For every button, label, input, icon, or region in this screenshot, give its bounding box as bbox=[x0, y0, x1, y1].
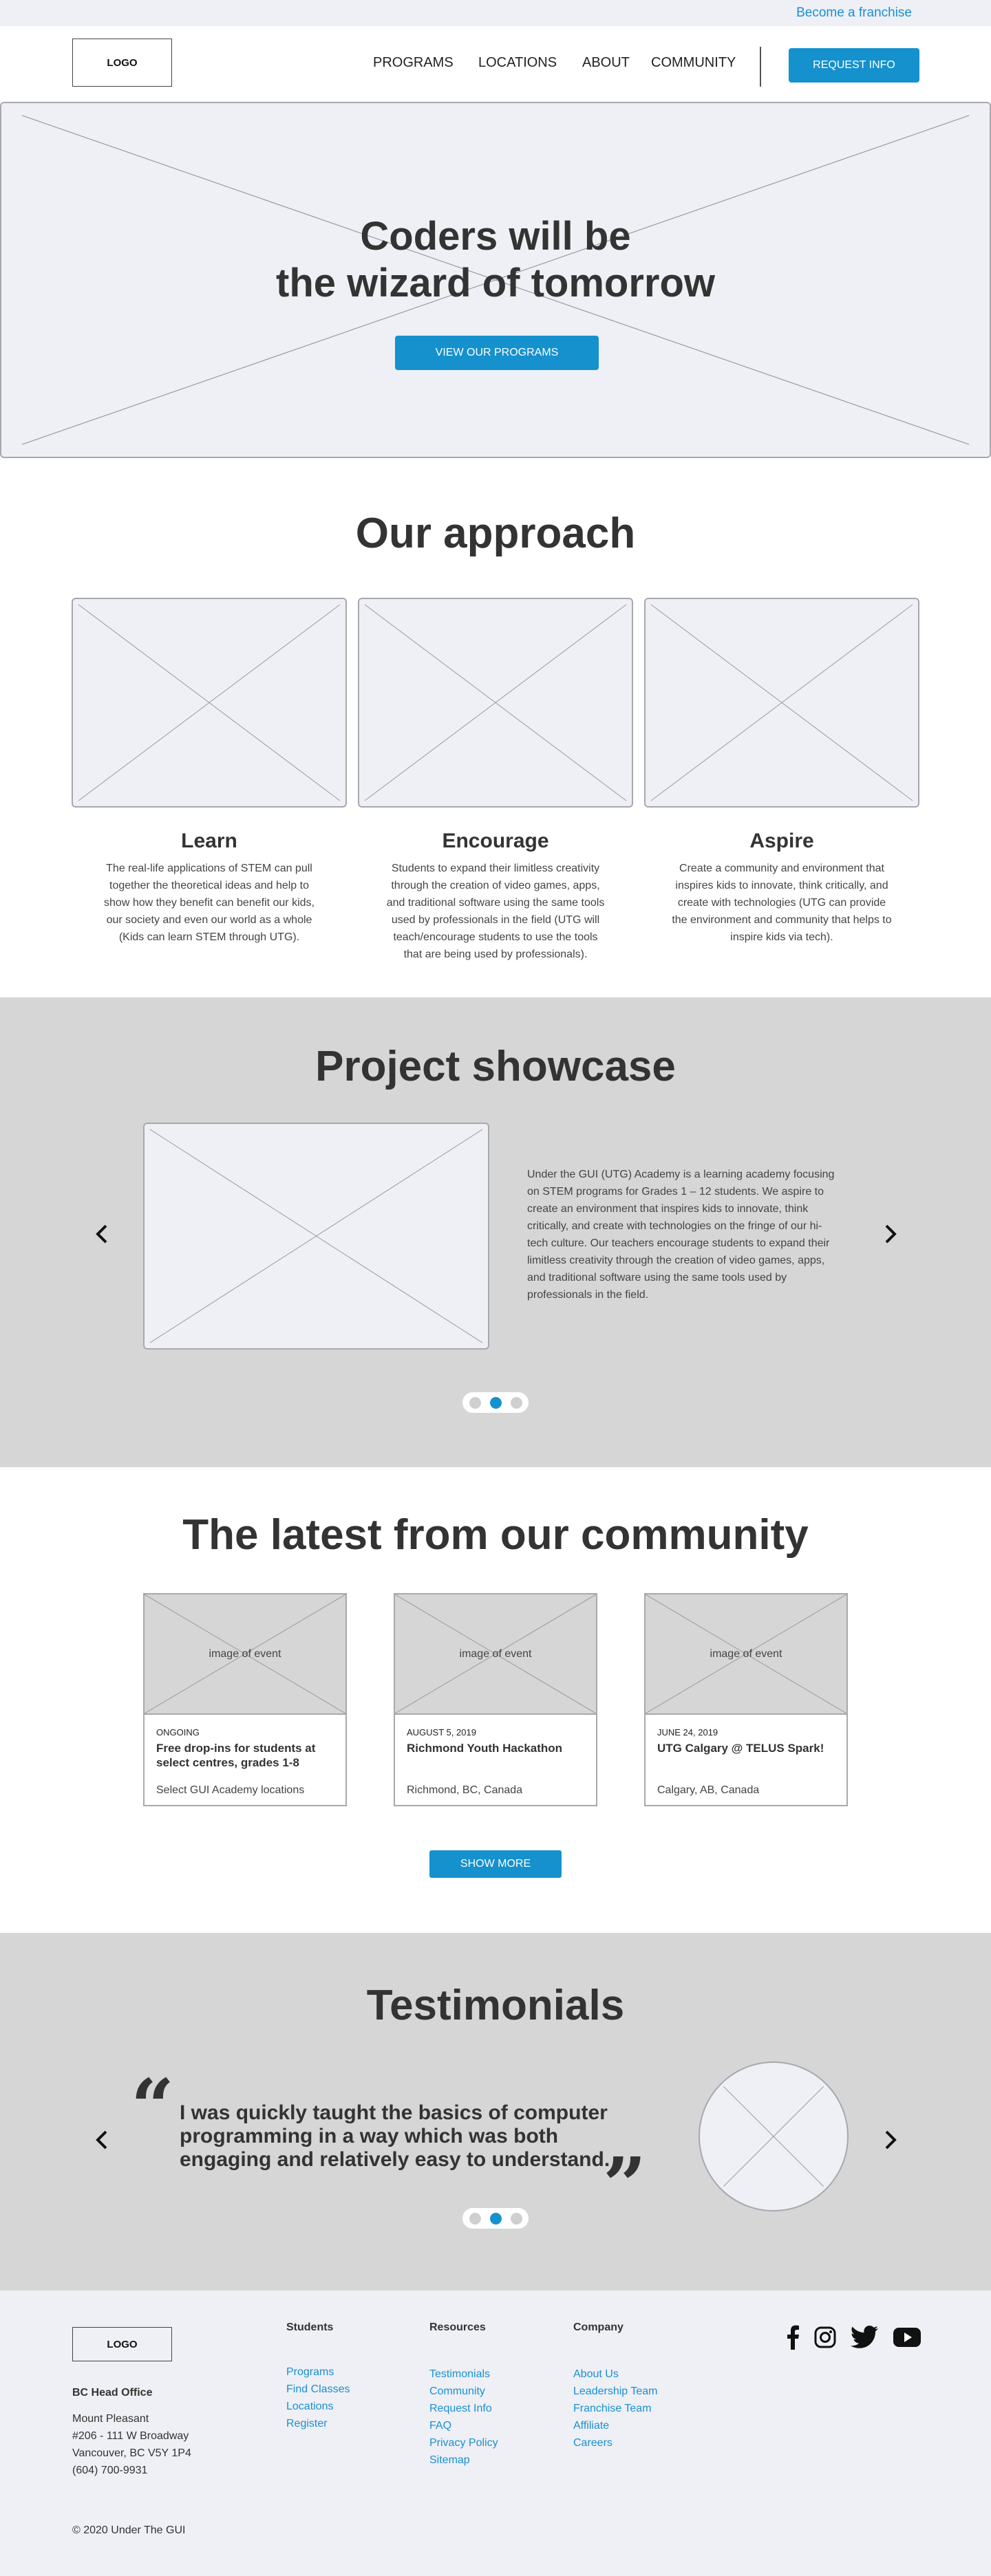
office-address-line: Vancouver, BC V5Y 1P4 bbox=[72, 2447, 191, 2459]
office-address-line: Mount Pleasant bbox=[72, 2413, 149, 2425]
event-card[interactable]: image of event JUNE 24, 2019 UTG Calgary… bbox=[644, 1593, 848, 1806]
approach-title: Our approach bbox=[355, 510, 636, 557]
footer-link-community[interactable]: Community bbox=[429, 2385, 485, 2398]
event-image: image of event bbox=[646, 1594, 846, 1715]
hero-title-line2: the wizard of tomorrow bbox=[276, 261, 715, 305]
nav-divider bbox=[760, 47, 761, 87]
carousel-dot-3[interactable] bbox=[510, 1396, 522, 1409]
office-address-line: #206 - 111 W Broadway bbox=[72, 2430, 189, 2442]
event-date: AUGUST 5, 2019 bbox=[407, 1727, 476, 1738]
footer-link-find-classes[interactable]: Find Classes bbox=[286, 2383, 350, 2396]
community-title: The latest from our community bbox=[182, 1511, 809, 1559]
showcase-description: Under the GUI (UTG) Academy is a learnin… bbox=[527, 1169, 835, 1301]
event-image-label: image of event bbox=[710, 1648, 782, 1660]
office-phone: (604) 700-9931 bbox=[72, 2465, 148, 2476]
event-card[interactable]: image of event AUGUST 5, 2019 Richmond Y… bbox=[394, 1593, 597, 1806]
event-location: Select GUI Academy locations bbox=[156, 1784, 305, 1796]
testimonials-title: Testimonials bbox=[366, 1982, 625, 2029]
footer-link-affiliate[interactable]: Affiliate bbox=[573, 2420, 609, 2432]
event-image: image of event bbox=[395, 1594, 596, 1715]
hero-title-line1: Coders will be bbox=[360, 214, 631, 259]
approach-aspire-text: Create a community and environment that … bbox=[672, 863, 892, 943]
nav-locations[interactable]: LOCATIONS bbox=[478, 55, 557, 71]
nav-community[interactable]: COMMUNITY bbox=[651, 55, 736, 71]
approach-aspire-title: Aspire bbox=[749, 830, 814, 852]
testimonial-quote: I was quickly taught the basics of compu… bbox=[180, 2101, 610, 2171]
request-info-button[interactable]: REQUEST INFO bbox=[789, 48, 919, 83]
event-location: Richmond, BC, Canada bbox=[407, 1784, 523, 1796]
carousel-dot-1[interactable] bbox=[469, 1396, 481, 1409]
event-title: UTG Calgary @ TELUS Spark! bbox=[657, 1742, 824, 1755]
approach-encourage-text: Students to expand their limitless creat… bbox=[386, 863, 605, 960]
youtube-icon[interactable] bbox=[893, 2325, 921, 2350]
approach-image-encourage bbox=[358, 598, 633, 808]
nav-about[interactable]: ABOUT bbox=[582, 55, 630, 71]
copyright: © 2020 Under The GUI bbox=[72, 2524, 186, 2536]
event-date: ONGOING bbox=[156, 1727, 200, 1738]
testimonials-section: Testimonials “ I was quickly taught the … bbox=[0, 1933, 991, 2291]
close-quote-icon: ” bbox=[603, 2141, 647, 2229]
approach-image-learn bbox=[72, 598, 347, 808]
event-card[interactable]: image of event ONGOING Free drop-ins for… bbox=[143, 1593, 347, 1806]
show-more-button[interactable]: SHOW MORE bbox=[429, 1850, 562, 1878]
footer-link-faq[interactable]: FAQ bbox=[429, 2420, 451, 2432]
hero-title: Coders will be the wizard of tomorrow bbox=[1, 213, 990, 307]
event-image-label: image of event bbox=[209, 1648, 281, 1660]
approach-encourage-title: Encourage bbox=[442, 830, 549, 852]
showcase-carousel-dots bbox=[462, 1392, 529, 1413]
footer-link-privacy-policy[interactable]: Privacy Policy bbox=[429, 2437, 498, 2449]
footer-link-request-info[interactable]: Request Info bbox=[429, 2403, 492, 2415]
event-image: image of event bbox=[145, 1594, 345, 1715]
testimonial-avatar bbox=[699, 2061, 849, 2211]
footer-link-sitemap[interactable]: Sitemap bbox=[429, 2454, 470, 2467]
approach-learn-text: The real-life applications of STEM can p… bbox=[104, 863, 315, 943]
event-image-label: image of event bbox=[459, 1648, 532, 1660]
open-quote-icon: “ bbox=[131, 2062, 175, 2151]
carousel-dot-1[interactable] bbox=[469, 2212, 481, 2225]
approach-image-aspire bbox=[644, 598, 919, 808]
approach-learn-title: Learn bbox=[181, 830, 237, 852]
footer-resources-title: Resources bbox=[429, 2321, 486, 2333]
footer-link-about-us[interactable]: About Us bbox=[573, 2368, 619, 2381]
top-bar: Become a franchise bbox=[0, 0, 991, 26]
testimonial-next-arrow[interactable] bbox=[881, 2127, 899, 2150]
footer-link-testimonials[interactable]: Testimonials bbox=[429, 2368, 490, 2381]
footer-link-franchise-team[interactable]: Franchise Team bbox=[573, 2403, 652, 2415]
event-title: Richmond Youth Hackathon bbox=[407, 1742, 563, 1755]
site-footer: LOGO BC Head Office Mount Pleasant #206 … bbox=[0, 2291, 991, 2576]
facebook-icon[interactable] bbox=[785, 2325, 800, 2350]
project-showcase-section: Project showcase Under the GUI (UTG) Aca… bbox=[0, 997, 991, 1467]
showcase-next-arrow[interactable] bbox=[881, 1221, 899, 1244]
showcase-image bbox=[143, 1123, 489, 1350]
showcase-title: Project showcase bbox=[315, 1043, 676, 1090]
footer-students-title: Students bbox=[286, 2321, 334, 2333]
nav-programs[interactable]: PROGRAMS bbox=[373, 55, 454, 71]
become-franchise-link[interactable]: Become a franchise bbox=[796, 6, 912, 21]
carousel-dot-2[interactable] bbox=[489, 1396, 502, 1409]
instagram-icon[interactable] bbox=[814, 2325, 836, 2350]
footer-link-careers[interactable]: Careers bbox=[573, 2437, 612, 2449]
footer-link-locations[interactable]: Locations bbox=[286, 2401, 334, 2413]
footer-link-leadership-team[interactable]: Leadership Team bbox=[573, 2385, 657, 2398]
testimonial-prev-arrow[interactable] bbox=[94, 2127, 111, 2150]
site-header: LOGO PROGRAMS LOCATIONS ABOUT COMMUNITY … bbox=[0, 26, 991, 102]
view-programs-button[interactable]: VIEW OUR PROGRAMS bbox=[395, 336, 599, 370]
hero-banner: Coders will be the wizard of tomorrow VI… bbox=[0, 102, 991, 458]
site-logo[interactable]: LOGO bbox=[72, 39, 172, 87]
carousel-dot-2[interactable] bbox=[489, 2212, 502, 2225]
office-title: BC Head Office bbox=[72, 2387, 153, 2399]
testimonial-carousel-dots bbox=[462, 2208, 529, 2229]
footer-link-programs[interactable]: Programs bbox=[286, 2366, 334, 2379]
carousel-dot-3[interactable] bbox=[510, 2212, 522, 2225]
footer-company-title: Company bbox=[573, 2321, 624, 2333]
event-location: Calgary, AB, Canada bbox=[657, 1784, 760, 1796]
showcase-prev-arrow[interactable] bbox=[94, 1221, 111, 1244]
twitter-icon[interactable] bbox=[851, 2325, 878, 2350]
event-title: Free drop-ins for students at select cen… bbox=[156, 1742, 316, 1769]
event-date: JUNE 24, 2019 bbox=[657, 1727, 718, 1738]
footer-link-register[interactable]: Register bbox=[286, 2418, 328, 2430]
footer-logo[interactable]: LOGO bbox=[72, 2327, 172, 2361]
